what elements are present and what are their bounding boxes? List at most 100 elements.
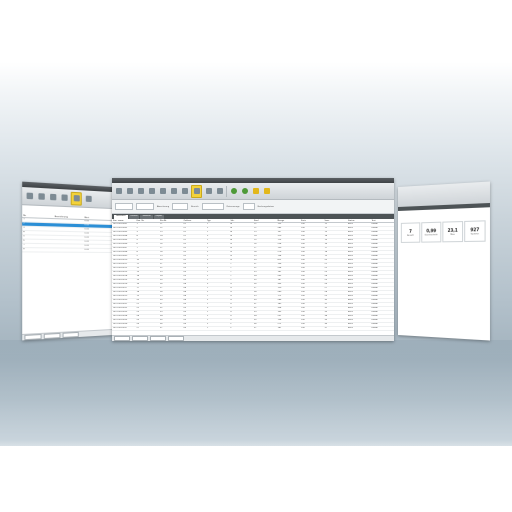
status-button-2[interactable] [132,336,148,341]
ribbon-button-8[interactable] [191,185,202,198]
left-window: Nr. Bezeichnung Wert 1 0,00 2 0,00 3 0,00 4 0,00 5… [22,182,112,341]
status-button-1[interactable] [114,336,130,341]
left-status-button-3[interactable] [63,332,79,338]
left-table-cell: 8 [22,248,53,253]
table-cell: 37 [253,327,277,331]
ribbon-button-3[interactable] [136,186,145,197]
left-ribbon-button-1[interactable] [24,190,34,202]
right-window: 7 Anzahl 0,99 Durchschnitt 23,1 Max 927 Summe [398,181,490,340]
disk-icon [38,193,44,200]
ribbon-button-4[interactable] [147,186,156,197]
kpi-label: Summe [471,233,479,235]
main-window: Abrechnung Bereich Datenmenge Buchungsda… [112,178,394,341]
main-data-grid: Kon. name Kon. Nr. Kto.Nr. Zeitbez. Typ. Stk.… [112,219,394,331]
kpi-label: Anzahl [407,235,414,237]
kpi-value: 0,99 [426,228,436,233]
ribbon-button-9[interactable] [204,186,213,197]
left-table-cell: 0,00 [83,248,112,252]
table-cell: F [230,327,254,331]
left-ribbon-button-2[interactable] [36,190,46,202]
ribbon-button-5[interactable] [158,186,167,197]
kpi-card-4: 927 Summe [464,220,485,242]
table-cell: 181 [277,327,301,331]
left-ribbon-button-3[interactable] [48,191,57,203]
arrow-icon [116,188,122,194]
table-cell: 100 [300,327,324,331]
filter-field-2[interactable] [136,203,154,210]
cart-icon [171,188,177,194]
left-ribbon-button-6[interactable] [84,193,93,205]
reflection-floor [0,340,512,446]
table-row[interactable]: D0710010027 27 37 06 1 F 37 181 100 37 aktiv Kunde [112,327,394,331]
disk-icon [127,188,133,194]
chart-icon [73,195,79,201]
ribbon-button-12[interactable] [229,186,238,197]
ribbon-button-7[interactable] [180,186,189,197]
left-ribbon [22,187,112,209]
filter-field-5[interactable] [243,203,255,210]
kpi-value: 7 [409,229,412,234]
filter-label-3: Datenmenge [227,206,240,208]
status-button-4[interactable] [168,336,184,341]
table-cell: 27 [136,327,160,331]
left-table: Nr. Bezeichnung Wert 1 0,00 2 0,00 3 0,00 4 0,00 5… [22,214,112,253]
kpi-card-2: 0,99 Durchschnitt [421,222,441,243]
left-data-grid: Nr. Bezeichnung Wert 1 0,00 2 0,00 3 0,00 4 0,00 5… [22,214,112,253]
main-table-body: D0710010001 1 11 01 1 A 12 123 100 12 aktiv Kunde D0… [112,223,394,331]
kpi-card-3: 23,1 Max [442,221,463,242]
main-ribbon [112,183,394,200]
ribbon-button-13[interactable] [240,186,249,197]
filter-label-4: Buchungsdatum [258,206,274,208]
table-cell: 37 [159,327,183,331]
doc-icon [217,188,223,194]
left-ribbon-button-active[interactable] [71,191,82,205]
main-filter-bar: Abrechnung Bereich Datenmenge Buchungsda… [112,200,394,214]
main-statusbar [112,335,394,341]
ribbon-button-10[interactable] [215,186,224,197]
kpi-label: Durchschnitt [425,234,438,236]
ribbon-button-6[interactable] [169,186,178,197]
yellow-icon [264,188,270,194]
green-icon [231,188,237,194]
doc-icon [206,188,212,194]
kpi-card-1: 7 Anzahl [401,222,420,243]
status-button-3[interactable] [150,336,166,341]
filter-label-1: Abrechnung [157,206,169,208]
chart-icon [160,188,166,194]
doc-icon [85,196,91,202]
table-cell: Kunde [371,327,395,331]
arrow-icon [26,193,32,200]
chart-icon [182,188,188,194]
filter-field-4[interactable] [202,203,224,210]
ribbon-button-14[interactable] [251,186,260,197]
grid-icon [50,194,56,201]
active-icon [194,188,200,194]
people-icon [61,194,67,201]
table-cell: 1 [206,327,230,331]
left-table-body: 1 0,00 2 0,00 3 0,00 4 0,00 5 0,00 6 0,00 7 0,00 8 0,00 [22,218,112,253]
table-cell: 37 [324,327,348,331]
filter-label-2: Bereich [191,206,199,208]
ribbon-button-2[interactable] [125,186,134,197]
left-status-button-1[interactable] [24,334,41,340]
table-cell: D0710010027 [112,327,136,331]
kpi-value: 23,1 [448,227,458,232]
ribbon-button-15[interactable] [262,186,271,197]
ribbon-separator [226,186,227,197]
people-icon [149,188,155,194]
ribbon-button-1[interactable] [114,186,123,197]
table-cell: aktiv [347,327,371,331]
left-table-cell [54,248,84,252]
yellow-icon [253,188,259,194]
main-table: Kon. name Kon. Nr. Kto.Nr. Zeitbez. Typ. Stk.… [112,219,394,331]
grid-icon [138,188,144,194]
kpi-value: 927 [470,227,479,233]
left-ribbon-button-4[interactable] [59,192,68,204]
left-table-row[interactable]: 8 0,00 [22,248,112,253]
green-icon [242,188,248,194]
filter-field-1[interactable] [115,203,133,210]
filter-field-3[interactable] [172,203,188,210]
table-cell: 06 [183,327,207,331]
kpi-label: Max [450,234,454,236]
left-status-button-2[interactable] [44,333,61,339]
